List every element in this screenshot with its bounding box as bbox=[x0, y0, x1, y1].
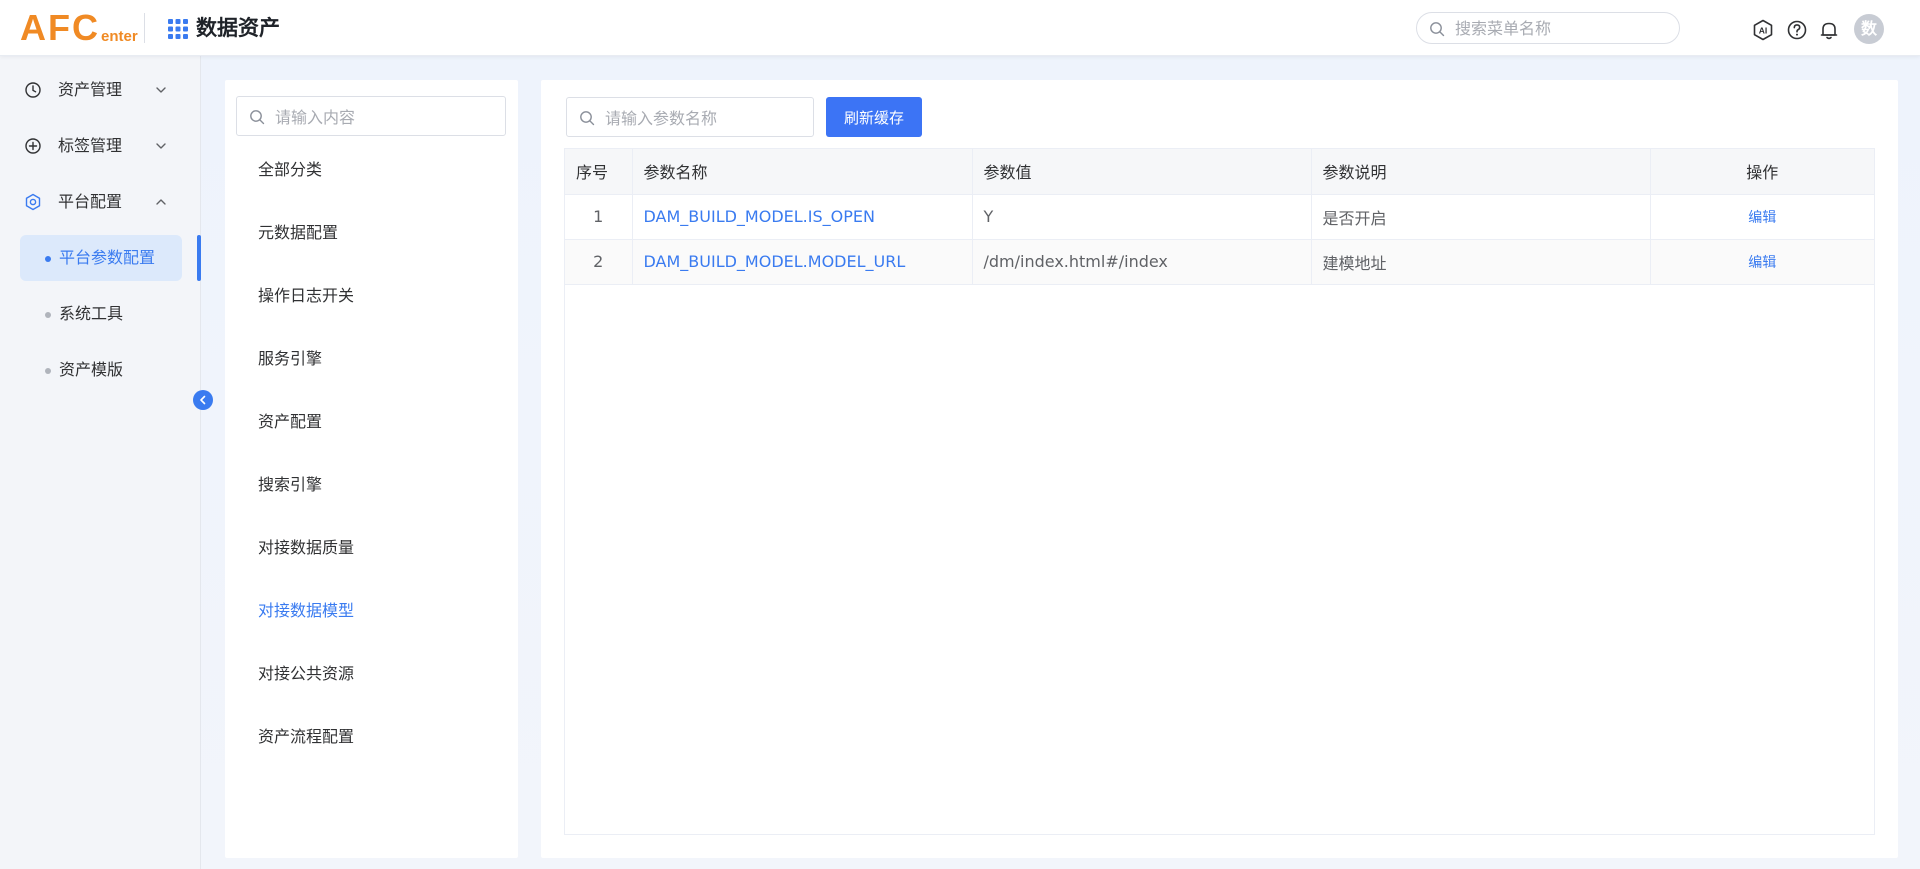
search-icon bbox=[1430, 22, 1445, 37]
chevron-down-icon bbox=[156, 87, 166, 93]
category-search-input[interactable] bbox=[275, 106, 499, 128]
user-avatar[interactable]: 数 bbox=[1854, 14, 1884, 44]
chevron-left-icon bbox=[200, 395, 206, 405]
refresh-cache-button[interactable]: 刷新缓存 bbox=[826, 97, 922, 137]
category-item[interactable]: 全部分类 bbox=[225, 150, 518, 190]
category-item-label: 搜索引擎 bbox=[258, 475, 323, 494]
edit-link[interactable]: 编辑 bbox=[1748, 255, 1776, 271]
plus-circle-icon bbox=[25, 138, 41, 154]
bullet-dot bbox=[45, 368, 51, 374]
ai-assistant-icon[interactable]: AI bbox=[1752, 19, 1774, 41]
apps-grid-icon[interactable] bbox=[168, 19, 188, 39]
table-header-row: 序号 参数名称 参数值 参数说明 操作 bbox=[565, 149, 1874, 195]
menu-search-input[interactable] bbox=[1455, 17, 1675, 39]
category-item[interactable]: 服务引擎 bbox=[225, 339, 518, 379]
column-header-actions: 操作 bbox=[1650, 149, 1874, 195]
logo-sub-text: enter bbox=[101, 28, 138, 45]
nav-group-platform-config[interactable]: 平台配置 bbox=[0, 182, 200, 222]
clock-icon bbox=[25, 82, 41, 98]
category-item-label: 对接数据模型 bbox=[258, 601, 355, 620]
search-icon bbox=[580, 111, 595, 126]
parameter-panel: 刷新缓存 序号 参数名称 参数值 参数说明 操作 bbox=[541, 80, 1898, 858]
param-search-input[interactable] bbox=[605, 107, 809, 129]
category-item-label: 对接数据质量 bbox=[258, 538, 355, 557]
category-item-label: 元数据配置 bbox=[258, 223, 339, 242]
gear-icon bbox=[25, 193, 41, 211]
category-item-selected[interactable]: 对接数据模型 bbox=[225, 591, 518, 631]
search-icon bbox=[250, 110, 265, 125]
cell-actions: 编辑 bbox=[1650, 194, 1874, 240]
category-item[interactable]: 资产配置 bbox=[225, 402, 518, 442]
category-search-box[interactable] bbox=[236, 96, 506, 136]
category-item-label: 对接公共资源 bbox=[258, 664, 355, 683]
help-icon[interactable] bbox=[1786, 19, 1808, 41]
category-item[interactable]: 元数据配置 bbox=[225, 213, 518, 253]
cell-param-value: Y bbox=[972, 194, 1312, 240]
cell-param-value: /dm/index.html#/index bbox=[972, 239, 1312, 285]
category-item[interactable]: 对接公共资源 bbox=[225, 654, 518, 694]
category-item[interactable]: 搜索引擎 bbox=[225, 465, 518, 505]
cell-param-name[interactable]: DAM_BUILD_MODEL.IS_OPEN bbox=[632, 194, 973, 240]
menu-search-box[interactable] bbox=[1416, 12, 1680, 44]
column-header-index: 序号 bbox=[565, 149, 633, 195]
header-divider bbox=[144, 13, 145, 43]
cell-param-description: 是否开启 bbox=[1311, 194, 1651, 240]
chevron-down-icon bbox=[156, 143, 166, 149]
column-header-name: 参数名称 bbox=[632, 149, 973, 195]
nav-item-asset-templates[interactable]: 资产模版 bbox=[20, 347, 182, 393]
category-item[interactable]: 资产流程配置 bbox=[225, 717, 518, 757]
nav-group-asset-management[interactable]: 资产管理 bbox=[0, 70, 200, 110]
category-item[interactable]: 操作日志开关 bbox=[225, 276, 518, 316]
afc-logo[interactable]: AFC enter bbox=[20, 8, 138, 48]
category-item-label: 资产流程配置 bbox=[258, 727, 355, 746]
nav-item-label: 系统工具 bbox=[59, 304, 124, 323]
category-item-label: 资产配置 bbox=[258, 412, 323, 431]
category-item-label: 全部分类 bbox=[258, 160, 323, 179]
param-search-box[interactable] bbox=[566, 97, 814, 137]
cell-param-description: 建模地址 bbox=[1311, 239, 1651, 285]
nav-group-tag-management[interactable]: 标签管理 bbox=[0, 126, 200, 166]
edit-link[interactable]: 编辑 bbox=[1748, 210, 1776, 226]
app-title: 数据资产 bbox=[196, 16, 280, 40]
svg-text:AI: AI bbox=[1759, 26, 1768, 36]
param-table: 序号 参数名称 参数值 参数说明 操作 1 DAM_BUILD_MODEL.IS… bbox=[565, 149, 1874, 285]
category-panel: 全部分类 元数据配置 操作日志开关 服务引擎 资产配置 搜索引擎 对接数据质量 … bbox=[225, 80, 518, 858]
column-header-value: 参数值 bbox=[972, 149, 1312, 195]
nav-group-label: 平台配置 bbox=[58, 192, 123, 211]
nav-item-label: 平台参数配置 bbox=[59, 248, 156, 267]
nav-item-platform-params[interactable]: 平台参数配置 bbox=[20, 235, 182, 281]
cell-actions: 编辑 bbox=[1650, 239, 1874, 285]
nav-group-label: 资产管理 bbox=[58, 80, 123, 99]
category-item-label: 操作日志开关 bbox=[258, 286, 355, 305]
bell-icon[interactable] bbox=[1818, 19, 1840, 41]
cell-index: 2 bbox=[565, 239, 633, 285]
top-header: AFC enter 数据资产 AI 数 bbox=[0, 0, 1920, 56]
table-row: 2 DAM_BUILD_MODEL.MODEL_URL /dm/index.ht… bbox=[565, 239, 1874, 285]
nav-group-label: 标签管理 bbox=[58, 136, 123, 155]
nav-item-system-tools[interactable]: 系统工具 bbox=[20, 291, 182, 337]
sidebar-collapse-button[interactable] bbox=[193, 390, 213, 410]
cell-param-name[interactable]: DAM_BUILD_MODEL.MODEL_URL bbox=[632, 239, 973, 285]
column-header-description: 参数说明 bbox=[1311, 149, 1651, 195]
param-table-container: 序号 参数名称 参数值 参数说明 操作 1 DAM_BUILD_MODEL.IS… bbox=[564, 148, 1875, 835]
cell-index: 1 bbox=[565, 194, 633, 240]
category-item[interactable]: 对接数据质量 bbox=[225, 528, 518, 568]
table-row: 1 DAM_BUILD_MODEL.IS_OPEN Y 是否开启 编辑 bbox=[565, 194, 1874, 240]
nav-item-label: 资产模版 bbox=[59, 360, 124, 379]
logo-main-text: AFC bbox=[20, 7, 100, 48]
bullet-dot bbox=[45, 256, 51, 262]
bullet-dot bbox=[45, 312, 51, 318]
side-navigation: 资产管理 标签管理 平台配置 平台参数配置 系统工具 资产模版 bbox=[0, 56, 201, 869]
category-item-label: 服务引擎 bbox=[258, 349, 323, 368]
chevron-up-icon bbox=[156, 199, 166, 205]
